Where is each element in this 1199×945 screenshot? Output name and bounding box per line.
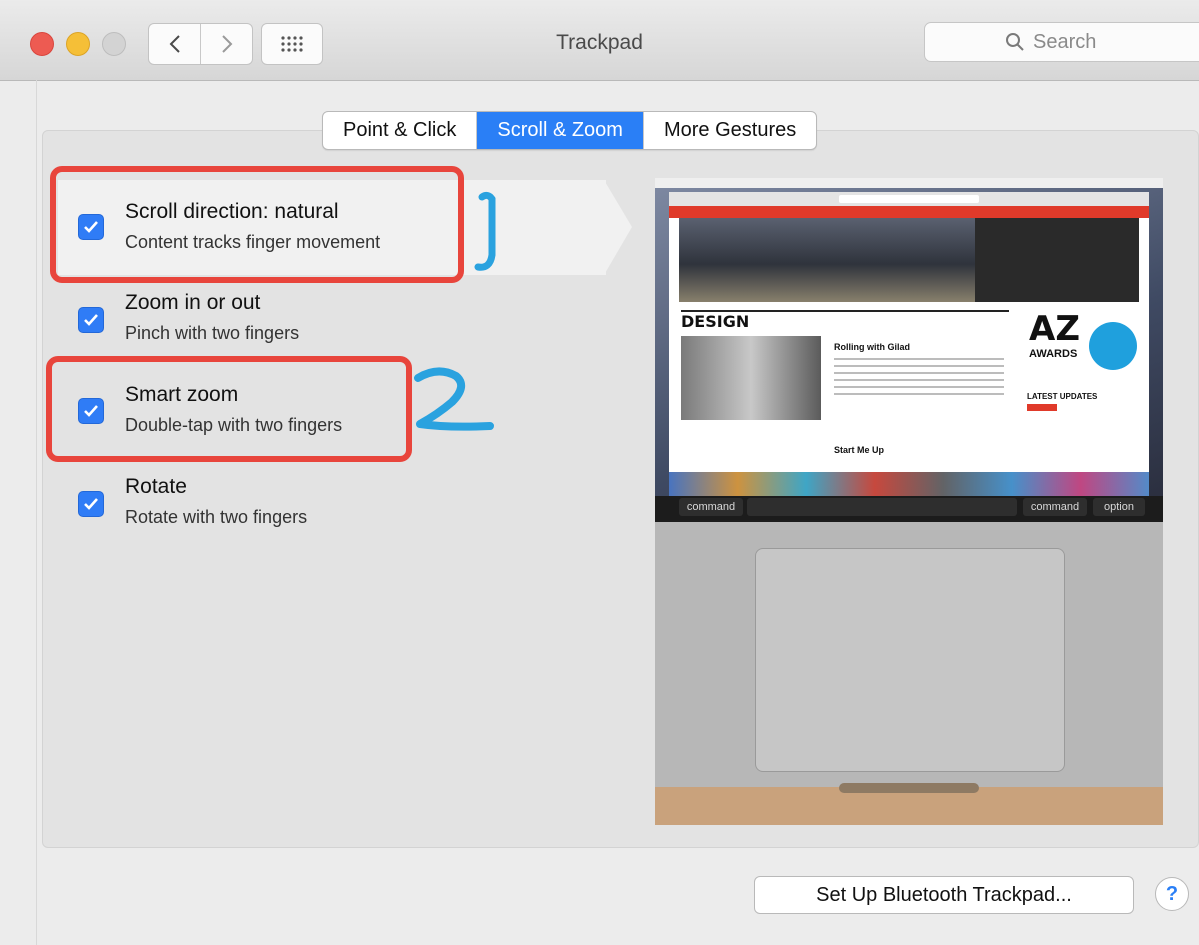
checkmark-icon xyxy=(84,314,98,326)
rotate-checkbox[interactable] xyxy=(78,491,104,517)
preview-latest-updates: LATEST UPDATES xyxy=(1027,392,1098,401)
selected-option-pointer xyxy=(604,180,632,275)
gesture-preview-video: DESIGN Rolling with Gilad Start Me Up AZ… xyxy=(655,178,1163,825)
preview-article2-title: Start Me Up xyxy=(834,445,885,455)
tab-scroll-zoom[interactable]: Scroll & Zoom xyxy=(476,112,643,149)
search-field[interactable]: Search xyxy=(924,22,1199,62)
preview-keyboard: command command option xyxy=(655,496,1163,522)
preview-url-bar xyxy=(839,195,979,203)
preview-az-logo: AZ xyxy=(1029,309,1080,349)
tab-bar: Point & Click Scroll & Zoom More Gesture… xyxy=(322,111,818,150)
preview-awards-label: AWARDS xyxy=(1029,348,1078,360)
tab-more-gestures[interactable]: More Gestures xyxy=(642,112,816,149)
preview-article-image xyxy=(681,336,821,420)
preview-hero-image xyxy=(679,218,975,302)
option-title: Rotate xyxy=(125,475,187,498)
sidebar-divider xyxy=(36,80,37,945)
annotation-box-1 xyxy=(50,166,464,283)
setup-bluetooth-trackpad-button[interactable]: Set Up Bluetooth Trackpad... xyxy=(754,876,1134,914)
preview-laptop-foot xyxy=(839,783,979,793)
preview-section-heading: DESIGN xyxy=(681,312,750,331)
checkmark-icon xyxy=(84,498,98,510)
preview-key-space xyxy=(747,498,1017,516)
option-title: Zoom in or out xyxy=(125,291,261,314)
zoom-in-out-checkbox[interactable] xyxy=(78,307,104,333)
preview-site-nav xyxy=(669,206,1149,218)
preview-trackpad xyxy=(755,548,1065,772)
preview-article-text xyxy=(834,358,1004,398)
preview-red-tab xyxy=(1027,404,1057,411)
annotation-box-2 xyxy=(46,356,412,462)
preview-menubar xyxy=(655,178,1163,188)
preview-key-option: option xyxy=(1093,498,1145,516)
preview-hero-caption xyxy=(975,218,1139,302)
search-placeholder: Search xyxy=(1033,30,1097,53)
tab-point-click[interactable]: Point & Click xyxy=(323,112,476,149)
option-subtitle: Rotate with two fingers xyxy=(125,507,308,527)
preview-key-command-right: command xyxy=(1023,498,1087,516)
annotation-number-2 xyxy=(414,367,494,431)
preview-article-title: Rolling with Gilad xyxy=(834,342,910,352)
preview-badge xyxy=(1089,322,1137,370)
search-icon xyxy=(1006,33,1024,51)
option-subtitle: Pinch with two fingers xyxy=(125,323,300,343)
annotation-number-1 xyxy=(474,191,496,271)
preview-browser-window: DESIGN Rolling with Gilad Start Me Up AZ… xyxy=(669,192,1149,472)
help-button[interactable]: ? xyxy=(1155,877,1189,911)
preview-key-command-left: command xyxy=(679,498,743,516)
window-titlebar: Trackpad Search xyxy=(0,0,1199,81)
preview-dock xyxy=(669,472,1149,496)
